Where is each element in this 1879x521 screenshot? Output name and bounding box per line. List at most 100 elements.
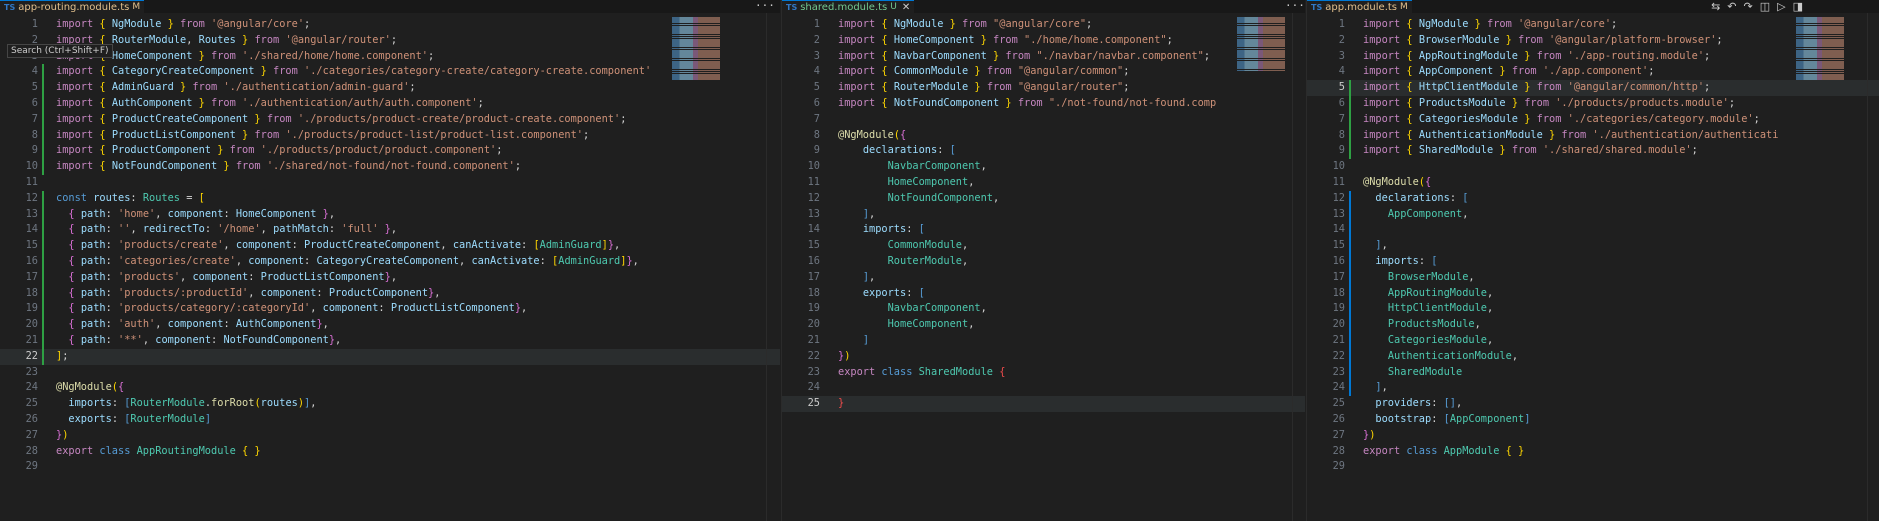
code-line[interactable]: 25 imports: [RouterModule.forRoot(routes… bbox=[0, 396, 780, 412]
run-icon[interactable]: ▷ bbox=[1777, 0, 1785, 13]
minimap[interactable] bbox=[1796, 17, 1848, 81]
code-line[interactable]: 26 exports: [RouterModule] bbox=[0, 412, 780, 428]
code-line[interactable]: 29 bbox=[0, 459, 780, 475]
code-line[interactable]: 6 import { AuthComponent } from './authen… bbox=[0, 96, 780, 112]
code-line[interactable]: 3import { HomeComponent } from './shared… bbox=[0, 49, 780, 65]
code-line[interactable]: 25 providers: [], bbox=[1307, 396, 1879, 412]
close-icon[interactable]: ✕ bbox=[902, 2, 910, 13]
code-line[interactable]: 27}) bbox=[0, 428, 780, 444]
code-line[interactable]: 18 exports: [ bbox=[782, 286, 1305, 302]
code-line[interactable]: 8 @NgModule({ bbox=[782, 128, 1305, 144]
code-line[interactable]: 13 ], bbox=[782, 207, 1305, 223]
open-preview-icon[interactable]: ◨ bbox=[1793, 0, 1803, 13]
go-back-icon[interactable]: ↶ bbox=[1727, 0, 1736, 13]
code-area[interactable]: 1 import { NgModule } from '@angular/core… bbox=[1307, 17, 1879, 475]
code-line[interactable]: 11 @NgModule({ bbox=[1307, 175, 1879, 191]
tab-app-module[interactable]: TS app.module.ts M bbox=[1307, 0, 1412, 13]
vertical-scrollbar[interactable] bbox=[1867, 13, 1879, 521]
code-line[interactable]: 22 AuthenticationModule, bbox=[1307, 349, 1879, 365]
code-line[interactable]: 18 AppRoutingModule, bbox=[1307, 286, 1879, 302]
vertical-scrollbar[interactable] bbox=[1292, 13, 1305, 521]
code-line[interactable]: 29 bbox=[1307, 459, 1879, 475]
minimap[interactable] bbox=[1237, 17, 1289, 72]
code-line[interactable]: 19 NavbarComponent, bbox=[782, 301, 1305, 317]
code-line[interactable]: 18 { path: 'products/:productId', compon… bbox=[0, 286, 780, 302]
code-line[interactable]: 24 bbox=[782, 380, 1305, 396]
code-line[interactable]: 8 import { ProductListComponent } from '.… bbox=[0, 128, 780, 144]
code-line[interactable]: 9 declarations: [ bbox=[782, 143, 1305, 159]
code-line[interactable]: 7 bbox=[782, 112, 1305, 128]
code-line[interactable]: 21 CategoriesModule, bbox=[1307, 333, 1879, 349]
code-line[interactable]: 10 NavbarComponent, bbox=[782, 159, 1305, 175]
split-editor-icon[interactable]: ◫ bbox=[1760, 0, 1770, 13]
code-line[interactable]: 28 export class AppModule { } bbox=[1307, 444, 1879, 460]
code-line[interactable]: 27}) bbox=[1307, 428, 1879, 444]
tab-shared-module[interactable]: TS shared.module.ts U ✕ bbox=[782, 0, 915, 13]
code-line[interactable]: 16 RouterModule, bbox=[782, 254, 1305, 270]
code-line[interactable]: 22}) bbox=[782, 349, 1305, 365]
code-line[interactable]: 2 import { BrowserModule } from '@angular… bbox=[1307, 33, 1879, 49]
editor-pane-app-routing[interactable]: TS app-routing.module.ts M ··· 1 import {… bbox=[0, 0, 780, 521]
code-line[interactable]: 21 ] bbox=[782, 333, 1305, 349]
code-line[interactable]: 5 import { HttpClientModule } from '@angu… bbox=[1307, 80, 1879, 96]
code-line[interactable]: 26 bootstrap: [AppComponent] bbox=[1307, 412, 1879, 428]
code-line[interactable]: 5 import { RouterModule } from "@angular/… bbox=[782, 80, 1305, 96]
more-actions-icon[interactable]: ··· bbox=[755, 0, 775, 12]
code-line[interactable]: 25} bbox=[782, 396, 1305, 412]
code-line[interactable]: 4 import { AppComponent } from './app.com… bbox=[1307, 64, 1879, 80]
code-line[interactable]: 13 { path: 'home', component: HomeCompon… bbox=[0, 207, 780, 223]
code-line[interactable]: 28 export class AppRoutingModule { } bbox=[0, 444, 780, 460]
code-line[interactable]: 24 @NgModule({ bbox=[0, 380, 780, 396]
code-line[interactable]: 23 export class SharedModule { bbox=[782, 365, 1305, 381]
code-line[interactable]: 24 ], bbox=[1307, 380, 1879, 396]
vertical-scrollbar[interactable] bbox=[766, 13, 780, 521]
more-actions-icon[interactable]: ··· bbox=[1285, 0, 1305, 12]
code-area[interactable]: 1 import { NgModule } from "@angular/core… bbox=[782, 17, 1305, 412]
code-line[interactable]: 12 declarations: [ bbox=[1307, 191, 1879, 207]
code-line[interactable]: 8 import { AuthenticationModule } from '.… bbox=[1307, 128, 1879, 144]
code-line[interactable]: 6 import { ProductsModule } from './produ… bbox=[1307, 96, 1879, 112]
compare-changes-icon[interactable]: ⇆ bbox=[1711, 0, 1720, 13]
code-line[interactable]: 7 import { CategoriesModule } from './cat… bbox=[1307, 112, 1879, 128]
code-line[interactable]: 1 import { NgModule } from "@angular/core… bbox=[782, 17, 1305, 33]
code-line[interactable]: 4 import { CategoryCreateComponent } from… bbox=[0, 64, 780, 80]
code-line[interactable]: 13 AppComponent, bbox=[1307, 207, 1879, 223]
code-line[interactable]: 20 HomeComponent, bbox=[782, 317, 1305, 333]
code-line[interactable]: 19 { path: 'products/category/:categoryI… bbox=[0, 301, 780, 317]
code-line[interactable]: 23 bbox=[0, 365, 780, 381]
code-line[interactable]: 2 import { HomeComponent } from "./home/h… bbox=[782, 33, 1305, 49]
minimap[interactable] bbox=[672, 17, 724, 81]
go-forward-icon[interactable]: ↷ bbox=[1744, 0, 1753, 13]
code-line[interactable]: 19 HttpClientModule, bbox=[1307, 301, 1879, 317]
code-line[interactable]: 3 import { NavbarComponent } from "./navb… bbox=[782, 49, 1305, 65]
code-line[interactable]: 14 bbox=[1307, 222, 1879, 238]
code-line[interactable]: 2 import { RouterModule, Routes } from '@… bbox=[0, 33, 780, 49]
code-line[interactable]: 20 ProductsModule, bbox=[1307, 317, 1879, 333]
tab-app-routing-module[interactable]: TS app-routing.module.ts M bbox=[0, 0, 145, 13]
editor-pane-shared-module[interactable]: TS shared.module.ts U ✕ ··· 1 import { Ng… bbox=[781, 0, 1305, 521]
code-line[interactable]: 6 import { NotFoundComponent } from "./no… bbox=[782, 96, 1305, 112]
code-line[interactable]: 12 NotFoundComponent, bbox=[782, 191, 1305, 207]
code-line[interactable]: 15 { path: 'products/create', component:… bbox=[0, 238, 780, 254]
code-line[interactable]: 17 { path: 'products', component: Produc… bbox=[0, 270, 780, 286]
code-line[interactable]: 15 CommonModule, bbox=[782, 238, 1305, 254]
code-line[interactable]: 11 HomeComponent, bbox=[782, 175, 1305, 191]
code-line[interactable]: 15 ], bbox=[1307, 238, 1879, 254]
code-area[interactable]: 1 import { NgModule } from '@angular/core… bbox=[0, 17, 780, 475]
code-line[interactable]: 16 imports: [ bbox=[1307, 254, 1879, 270]
code-line[interactable]: 11 bbox=[0, 175, 780, 191]
code-line[interactable]: 10 bbox=[1307, 159, 1879, 175]
code-line[interactable]: 5 import { AdminGuard } from './authentic… bbox=[0, 80, 780, 96]
code-line[interactable]: 17 BrowserModule, bbox=[1307, 270, 1879, 286]
code-line[interactable]: 10 import { NotFoundComponent } from './s… bbox=[0, 159, 780, 175]
code-line[interactable]: 9 import { ProductComponent } from './pro… bbox=[0, 143, 780, 159]
code-line[interactable]: 23 SharedModule bbox=[1307, 365, 1879, 381]
code-line[interactable]: 3 import { AppRoutingModule } from './app… bbox=[1307, 49, 1879, 65]
code-line[interactable]: 4 import { CommonModule } from "@angular/… bbox=[782, 64, 1305, 80]
code-line[interactable]: 1 import { NgModule } from '@angular/core… bbox=[0, 17, 780, 33]
code-line[interactable]: 16 { path: 'categories/create', componen… bbox=[0, 254, 780, 270]
code-line[interactable]: 1 import { NgModule } from '@angular/core… bbox=[1307, 17, 1879, 33]
code-line[interactable]: 12 const routes: Routes = [ bbox=[0, 191, 780, 207]
code-line[interactable]: 9 import { SharedModule } from './shared/… bbox=[1307, 143, 1879, 159]
code-line[interactable]: 7 import { ProductCreateComponent } from … bbox=[0, 112, 780, 128]
